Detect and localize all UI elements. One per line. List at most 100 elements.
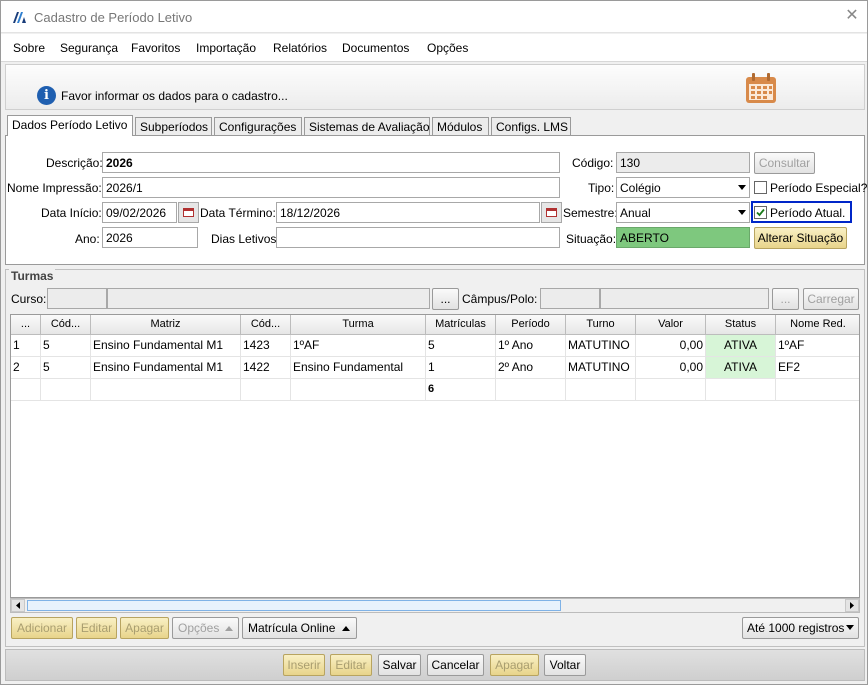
col-header-status[interactable]: Status xyxy=(706,315,776,335)
consultar-button[interactable]: Consultar xyxy=(754,152,815,174)
info-banner: i Favor informar os dados para o cadastr… xyxy=(5,64,865,110)
grid-editar-button[interactable]: Editar xyxy=(76,617,117,639)
dias-letivos-input[interactable] xyxy=(276,227,560,248)
ano-input[interactable]: 2026 xyxy=(102,227,198,248)
menu-documentos[interactable]: Documentos xyxy=(342,41,409,55)
inserir-button[interactable]: Inserir xyxy=(283,654,325,676)
salvar-button[interactable]: Salvar xyxy=(378,654,421,676)
apagar-button[interactable]: Apagar xyxy=(490,654,539,676)
scroll-thumb[interactable] xyxy=(27,600,561,611)
scroll-right-icon[interactable] xyxy=(845,599,859,612)
cell-valor: 0,00 xyxy=(636,357,706,379)
registros-limit-select[interactable]: Até 1000 registros xyxy=(742,617,859,639)
data-termino-label: Data Término: xyxy=(200,206,276,220)
opcoes-dropdown-button[interactable]: Opções xyxy=(172,617,239,639)
menu-favoritos[interactable]: Favoritos xyxy=(131,41,180,55)
total-cell-empty xyxy=(91,379,241,401)
turmas-grid: ... Cód... Matriz Cód... Turma Matrícula… xyxy=(10,314,860,598)
menu-bar: Sobre Segurança Favoritos Importação Rel… xyxy=(1,34,867,62)
col-header-index[interactable]: ... xyxy=(11,315,41,335)
cell-nome-red: 1ºAF xyxy=(776,335,859,357)
data-inicio-input[interactable]: 09/02/2026 xyxy=(102,202,177,223)
cell-status: ATIVA xyxy=(706,357,776,379)
editar-button[interactable]: Editar xyxy=(330,654,372,676)
campus-label: Câmpus/Polo: xyxy=(462,292,538,306)
curso-label: Curso: xyxy=(11,292,47,306)
chevron-down-icon xyxy=(846,625,854,630)
data-inicio-calendar-button[interactable] xyxy=(178,202,199,223)
col-header-matriz[interactable]: Matriz xyxy=(91,315,241,335)
calendar-icon xyxy=(746,73,776,103)
menu-sobre[interactable]: Sobre xyxy=(13,41,45,55)
campus-lookup-button[interactable]: ... xyxy=(772,288,799,310)
col-header-turma[interactable]: Turma xyxy=(291,315,426,335)
codigo-label: Código: xyxy=(572,156,614,170)
voltar-button[interactable]: Voltar xyxy=(544,654,586,676)
info-icon: i xyxy=(37,86,56,105)
tab-sistemas-avaliacao[interactable]: Sistemas de Avaliação xyxy=(304,117,430,136)
col-header-cod-turma[interactable]: Cód... xyxy=(241,315,291,335)
total-cell-empty xyxy=(496,379,566,401)
carregar-button[interactable]: Carregar xyxy=(803,288,859,310)
alterar-situacao-button[interactable]: Alterar Situação xyxy=(754,227,847,249)
col-header-periodo[interactable]: Período xyxy=(496,315,566,335)
periodo-especial-checkbox[interactable] xyxy=(754,181,767,194)
grid-apagar-button[interactable]: Apagar xyxy=(120,617,169,639)
window: Cadastro de Período Letivo ✕ Sobre Segur… xyxy=(0,0,868,685)
data-termino-input[interactable]: 18/12/2026 xyxy=(276,202,540,223)
menu-importacao[interactable]: Importação xyxy=(196,41,256,55)
semestre-select[interactable]: Anual xyxy=(616,202,750,223)
cancelar-button[interactable]: Cancelar xyxy=(427,654,484,676)
close-icon[interactable]: ✕ xyxy=(843,7,861,25)
scroll-left-icon[interactable] xyxy=(11,599,25,612)
curso-lookup-button[interactable]: ... xyxy=(432,288,459,310)
cell-valor: 0,00 xyxy=(636,335,706,357)
curso-code-input xyxy=(47,288,107,309)
cell-periodo: 2º Ano xyxy=(496,357,566,379)
total-cell-empty xyxy=(776,379,859,401)
tab-modulos[interactable]: Módulos xyxy=(432,117,489,136)
tab-subperiodos[interactable]: Subperíodos xyxy=(135,117,212,136)
tipo-label: Tipo: xyxy=(588,181,615,195)
total-cell-empty xyxy=(41,379,91,401)
grid-horizontal-scrollbar[interactable] xyxy=(10,598,860,613)
window-title: Cadastro de Período Letivo xyxy=(34,10,193,25)
col-header-turno[interactable]: Turno xyxy=(566,315,636,335)
check-icon xyxy=(756,208,765,217)
nome-impressao-label: Nome Impressão: xyxy=(7,181,102,195)
nome-impressao-input[interactable]: 2026/1 xyxy=(102,177,560,198)
cell-periodo: 1º Ano xyxy=(496,335,566,357)
col-header-valor[interactable]: Valor xyxy=(636,315,706,335)
tab-configs-lms[interactable]: Configs. LMS xyxy=(491,117,571,136)
col-header-nome-red[interactable]: Nome Red. xyxy=(776,315,859,335)
campus-code-input xyxy=(540,288,600,309)
menu-relatorios[interactable]: Relatórios xyxy=(273,41,327,55)
cell-matriculas: 5 xyxy=(426,335,496,357)
tab-dados-periodo-letivo[interactable]: Dados Período Letivo xyxy=(7,115,133,136)
turmas-title: Turmas xyxy=(9,269,56,283)
tipo-value: Colégio xyxy=(620,181,661,195)
cell-matriz: Ensino Fundamental M1 xyxy=(91,357,241,379)
tipo-select[interactable]: Colégio xyxy=(616,177,750,198)
periodo-atual-label: Período Atual. xyxy=(770,206,846,220)
descricao-input[interactable]: 2026 xyxy=(102,152,560,173)
cell-cod-turma: 1423 xyxy=(241,335,291,357)
cell-turma: Ensino Fundamental xyxy=(291,357,426,379)
matricula-online-dropdown-button[interactable]: Matrícula Online xyxy=(242,617,357,639)
menu-seguranca[interactable]: Segurança xyxy=(60,41,118,55)
adicionar-button[interactable]: Adicionar xyxy=(11,617,73,639)
calendar-icon xyxy=(183,208,194,217)
total-cell-empty xyxy=(636,379,706,401)
tab-configuracoes[interactable]: Configurações xyxy=(214,117,302,136)
descricao-label: Descrição: xyxy=(46,156,103,170)
data-termino-calendar-button[interactable] xyxy=(541,202,562,223)
menu-opcoes[interactable]: Opções xyxy=(427,41,468,55)
periodo-atual-checkbox[interactable] xyxy=(754,206,767,219)
situacao-label: Situação: xyxy=(566,232,617,246)
col-header-cod-matriz[interactable]: Cód... xyxy=(41,315,91,335)
total-cell-empty xyxy=(241,379,291,401)
ano-label: Ano: xyxy=(75,232,100,246)
matricula-online-label: Matrícula Online xyxy=(248,621,336,635)
total-cell-empty xyxy=(11,379,41,401)
col-header-matriculas[interactable]: Matrículas xyxy=(426,315,496,335)
